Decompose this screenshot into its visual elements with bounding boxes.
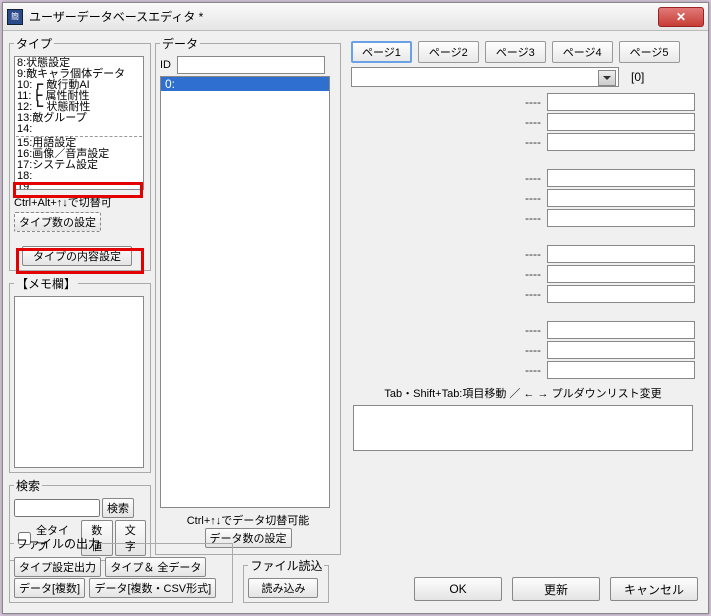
field-label: ----: [351, 211, 541, 225]
tab-page-3[interactable]: ページ3: [485, 41, 546, 63]
field-input[interactable]: [547, 321, 695, 339]
output-data-csv[interactable]: データ[複数・CSV形式]: [89, 578, 216, 598]
load-fieldset: ファイル読込 読み込み: [243, 557, 329, 603]
type-list-item[interactable]: 17:システム設定: [16, 160, 142, 171]
type-list-item[interactable]: 14:: [16, 124, 142, 135]
ok-button[interactable]: OK: [414, 577, 502, 601]
large-textarea[interactable]: [353, 405, 693, 451]
field-slot: ----: [351, 321, 695, 339]
field-slot: ----: [351, 133, 695, 151]
field-label: ----: [351, 135, 541, 149]
id-input[interactable]: [177, 56, 325, 74]
field-slot: ----: [351, 189, 695, 207]
field-label: ----: [351, 323, 541, 337]
field-label: ----: [351, 191, 541, 205]
field-slots: ---- ---- ---- ---- ---- ---- ---- ---- ---- ----…: [351, 93, 695, 379]
output-data-multi[interactable]: データ[複数]: [14, 578, 85, 598]
field-slot: ----: [351, 113, 695, 131]
right-column: ページ1ページ2ページ3ページ4ページ5 [0] ---------------…: [345, 35, 701, 451]
left-column: タイプ 8:状態設定 9:敵キャラ個体データ10:┏ 敵行動AI11:┣ 属性耐…: [9, 35, 151, 565]
field-slot: ----: [351, 361, 695, 379]
type-legend: タイプ: [14, 35, 54, 52]
tab-page-5[interactable]: ページ5: [619, 41, 680, 63]
data-switch-hint: Ctrl+↑↓でデータ切替可能: [160, 512, 336, 528]
field-slot: ----: [351, 265, 695, 283]
field-input[interactable]: [547, 245, 695, 263]
top-combo[interactable]: [351, 67, 619, 87]
type-list-item[interactable]: 18:: [16, 171, 142, 182]
field-slot: ----: [351, 93, 695, 111]
type-list-item[interactable]: 13:敵グループ: [16, 113, 142, 124]
field-input[interactable]: [547, 133, 695, 151]
type-switch-hint: Ctrl+Alt+↑↓で切替可: [14, 194, 146, 210]
search-input[interactable]: [14, 499, 100, 517]
field-input[interactable]: [547, 361, 695, 379]
load-legend: ファイル読込: [248, 557, 324, 574]
field-slot: ----: [351, 209, 695, 227]
update-button[interactable]: 更新: [512, 577, 600, 601]
page-content: [0] ------------------------------------…: [345, 67, 701, 451]
id-label: ID: [160, 59, 171, 71]
client-area: タイプ 8:状態設定 9:敵キャラ個体データ10:┏ 敵行動AI11:┣ 属性耐…: [3, 31, 708, 613]
search-legend: 検索: [14, 477, 42, 494]
tab-page-2[interactable]: ページ2: [418, 41, 479, 63]
field-label: ----: [351, 267, 541, 281]
field-input[interactable]: [547, 209, 695, 227]
field-slot: ----: [351, 341, 695, 359]
field-label: ----: [351, 343, 541, 357]
data-list[interactable]: 0:: [160, 76, 330, 508]
output-type-settings[interactable]: タイプ設定出力: [14, 557, 101, 577]
field-label: ----: [351, 95, 541, 109]
output-legend: ファイルの出力: [14, 535, 102, 552]
field-slot: ----: [351, 169, 695, 187]
field-label: ----: [351, 363, 541, 377]
field-label: ----: [351, 247, 541, 261]
field-input[interactable]: [547, 169, 695, 187]
data-fieldset: データ ID 0: Ctrl+↑↓でデータ切替可能 データ数の設定: [155, 35, 341, 555]
output-fieldset: ファイルの出力 タイプ設定出力 タイプ＆ 全データ データ[複数] データ[複数…: [9, 535, 233, 603]
field-input[interactable]: [547, 341, 695, 359]
field-input[interactable]: [547, 93, 695, 111]
field-input[interactable]: [547, 265, 695, 283]
field-slot: ----: [351, 245, 695, 263]
app-icon: 簡: [7, 9, 23, 25]
zero-label: [0]: [631, 70, 644, 84]
field-input[interactable]: [547, 113, 695, 131]
type-content-button[interactable]: タイプの内容設定: [22, 246, 132, 266]
tab-page-1[interactable]: ページ1: [351, 41, 412, 63]
type-list-item[interactable]: 19:: [16, 182, 142, 190]
field-label: ----: [351, 287, 541, 301]
dialog-buttons: OK 更新 キャンセル: [414, 577, 698, 601]
nav-hint: Tab・Shift+Tab:項目移動 ／ ← → プルダウンリスト変更: [351, 385, 695, 401]
load-button[interactable]: 読み込み: [248, 578, 318, 598]
field-slot: ----: [351, 285, 695, 303]
field-input[interactable]: [547, 285, 695, 303]
titlebar: 簡 ユーザーデータベースエディタ * ✕: [3, 3, 708, 31]
memo-fieldset: 【メモ欄】: [9, 275, 151, 473]
memo-legend: 【メモ欄】: [14, 275, 78, 292]
editor-window: 簡 ユーザーデータベースエディタ * ✕ タイプ 8:状態設定 9:敵キャラ個体…: [2, 2, 709, 614]
close-button[interactable]: ✕: [658, 7, 704, 27]
cancel-button[interactable]: キャンセル: [610, 577, 698, 601]
data-legend: データ: [160, 35, 200, 52]
middle-column: データ ID 0: Ctrl+↑↓でデータ切替可能 データ数の設定: [155, 35, 341, 559]
type-list[interactable]: 8:状態設定 9:敵キャラ個体データ10:┏ 敵行動AI11:┣ 属性耐性12:…: [14, 56, 144, 190]
memo-textarea[interactable]: [14, 296, 144, 468]
search-button[interactable]: 検索: [102, 498, 134, 518]
tab-page-4[interactable]: ページ4: [552, 41, 613, 63]
field-label: ----: [351, 115, 541, 129]
data-list-selected[interactable]: 0:: [161, 77, 329, 91]
type-count-button[interactable]: タイプ数の設定: [14, 212, 101, 232]
bottom-area: ファイルの出力 タイプ設定出力 タイプ＆ 全データ データ[複数] データ[複数…: [9, 535, 702, 607]
field-label: ----: [351, 171, 541, 185]
page-tabs: ページ1 ページ2 ページ3 ページ4 ページ5: [351, 41, 701, 63]
field-input[interactable]: [547, 189, 695, 207]
window-title: ユーザーデータベースエディタ *: [29, 8, 203, 25]
output-type-alldata[interactable]: タイプ＆ 全データ: [105, 557, 206, 577]
type-fieldset: タイプ 8:状態設定 9:敵キャラ個体データ10:┏ 敵行動AI11:┣ 属性耐…: [9, 35, 151, 271]
